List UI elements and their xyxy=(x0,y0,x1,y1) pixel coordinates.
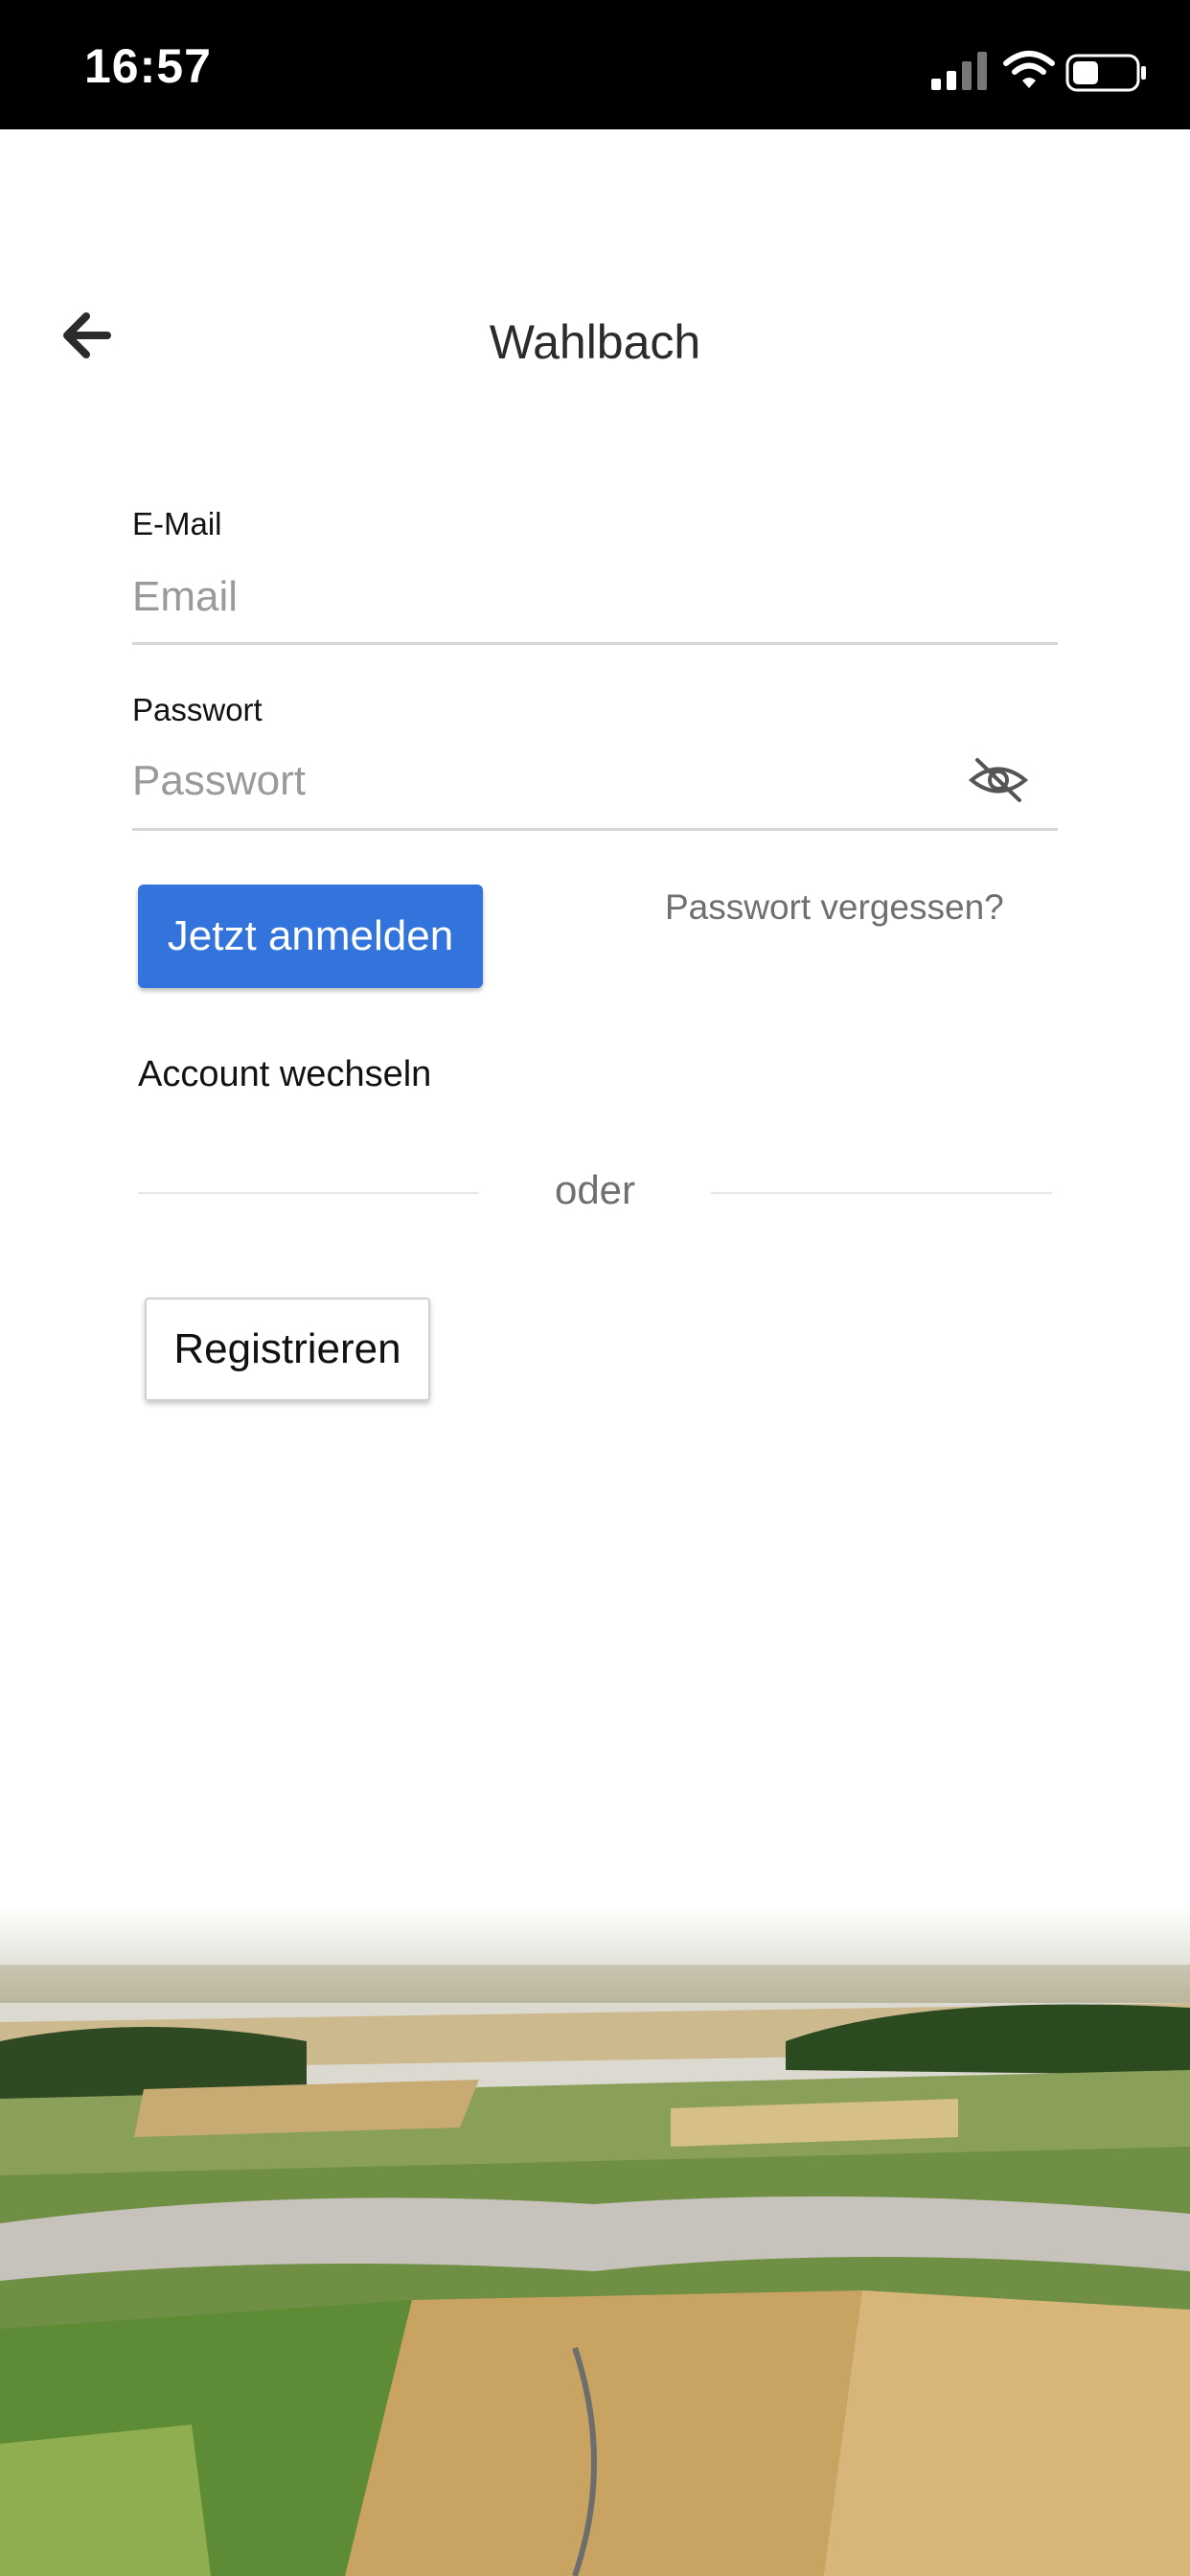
password-underline xyxy=(132,828,1058,831)
login-button[interactable]: Jetzt anmelden xyxy=(138,885,483,988)
cellular-signal-icon xyxy=(931,52,987,90)
password-label: Passwort xyxy=(132,692,263,727)
register-button[interactable]: Registrieren xyxy=(145,1298,430,1401)
divider-label: oder xyxy=(554,1167,636,1212)
email-underline xyxy=(132,642,1058,645)
password-field[interactable] xyxy=(132,748,947,815)
page-title: Wahlbach xyxy=(489,315,701,369)
forgot-password-link[interactable]: Passwort vergessen? xyxy=(665,887,1004,928)
eye-off-icon[interactable] xyxy=(968,754,1029,806)
email-field[interactable] xyxy=(132,564,1058,631)
divider-line-right xyxy=(711,1192,1052,1194)
wifi-icon xyxy=(1003,51,1055,88)
email-label: E-Mail xyxy=(132,506,222,541)
landscape-image xyxy=(0,1907,1190,2576)
battery-icon xyxy=(1065,54,1146,92)
status-time: 16:57 xyxy=(84,39,212,93)
switch-account-link[interactable]: Account wechseln xyxy=(138,1054,431,1095)
status-bar: 16:57 xyxy=(0,0,1190,129)
